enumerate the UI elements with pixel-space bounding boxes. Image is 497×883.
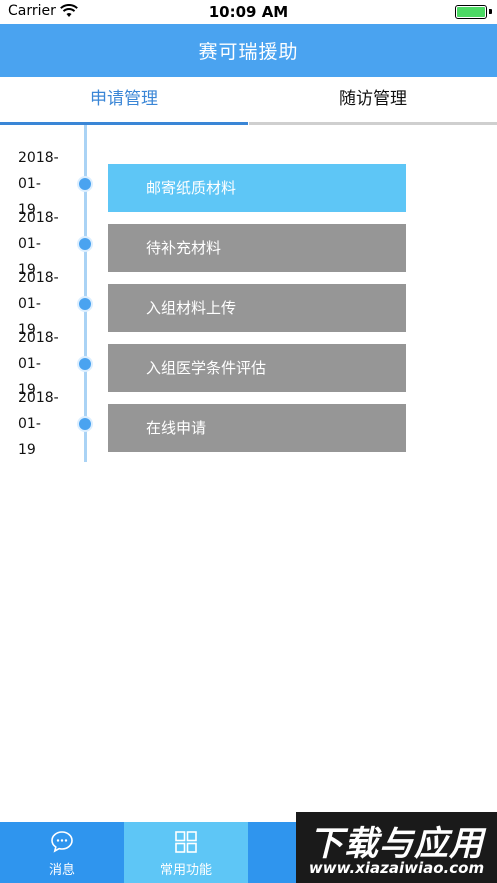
timeline-dot: [77, 176, 93, 192]
tabbar-item-messages[interactable]: 消息: [0, 822, 124, 883]
timeline-dot: [77, 236, 93, 252]
grid-icon: [175, 831, 197, 853]
tab-strip: 申请管理 随访管理: [0, 77, 497, 125]
timeline-dot: [77, 416, 93, 432]
timeline: 2018-01- 19 邮寄纸质材料 2018-01- 19 待补充材料 2018-…: [0, 125, 497, 465]
timeline-row: 2018-01- 19 入组材料上传: [0, 265, 497, 338]
navigation-bar: 赛可瑞援助: [0, 24, 497, 77]
watermark-url: www.xiazaiwiao.com: [308, 859, 485, 877]
timeline-row: 2018-01- 19 待补充材料: [0, 205, 497, 278]
timeline-date: 2018-01- 19: [18, 390, 59, 458]
watermark-title: 下载与应用: [309, 824, 484, 864]
clock: 10:09 AM: [208, 3, 289, 21]
chat-bubble-icon: [51, 831, 73, 853]
battery-icon: [455, 5, 487, 19]
timeline-dot: [77, 296, 93, 312]
tab-follow-up-management[interactable]: 随访管理: [249, 77, 497, 125]
watermark-logo: 下载与应用 www.xiazaiwiao.com: [296, 812, 497, 883]
status-bar: Carrier 10:09 AM: [0, 0, 497, 24]
page-title: 赛可瑞援助: [198, 41, 299, 63]
timeline-item-online-application[interactable]: 在线申请: [108, 404, 406, 452]
timeline-row: 2018-01- 19 在线申请: [0, 385, 497, 458]
tabbar-label: 常用功能: [159, 863, 212, 878]
tab-application-management[interactable]: 申请管理: [0, 77, 248, 125]
timeline-row: 2018-01- 19 邮寄纸质材料: [0, 145, 497, 218]
tabbar-label: 消息: [48, 863, 75, 878]
timeline-row: 2018-01- 19 入组医学条件评估: [0, 325, 497, 398]
tabbar-item-common-functions[interactable]: 常用功能: [124, 822, 248, 883]
battery-cap: [489, 9, 492, 14]
tab-label: 申请管理: [90, 89, 158, 109]
tab-label: 随访管理: [339, 89, 407, 109]
timeline-dot: [77, 356, 93, 372]
